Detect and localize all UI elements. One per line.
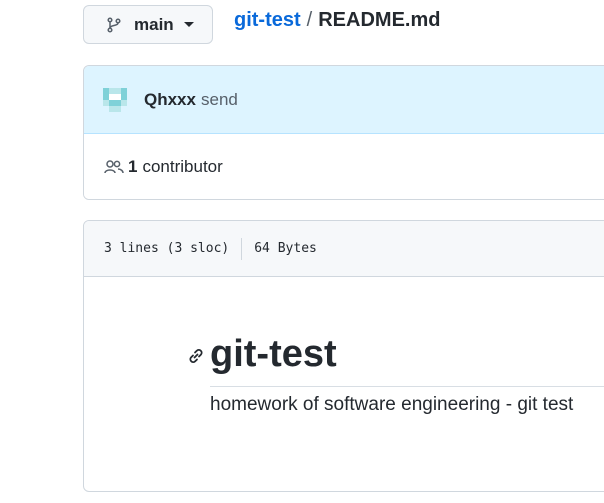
readme-body: git-test homework of software engineerin… bbox=[84, 277, 604, 491]
github-file-page: main git-test / README.md Qhxxx send 1 c… bbox=[0, 0, 604, 503]
contributor-label: contributor bbox=[142, 157, 223, 176]
link-icon[interactable] bbox=[186, 346, 206, 366]
breadcrumb-separator: / bbox=[306, 9, 313, 31]
contributors-row[interactable]: 1 contributor bbox=[84, 134, 604, 199]
file-info-divider bbox=[241, 237, 243, 260]
git-branch-icon bbox=[106, 16, 122, 33]
readme-paragraph: homework of software engineering - git t… bbox=[210, 394, 574, 415]
contributor-count: 1 bbox=[128, 157, 138, 176]
breadcrumb-file-name: README.md bbox=[318, 9, 441, 31]
commit-header: Qhxxx send bbox=[84, 66, 604, 134]
branch-select-button[interactable]: main bbox=[83, 5, 213, 44]
latest-commit-box: Qhxxx send 1 contributor bbox=[83, 65, 604, 200]
file-content-box: 3 lines (3 sloc) 64 Bytes git-test homew… bbox=[83, 220, 604, 492]
file-info-header: 3 lines (3 sloc) 64 Bytes bbox=[84, 221, 604, 277]
triangle-down-icon bbox=[183, 22, 194, 27]
breadcrumb-repo-link[interactable]: git-test bbox=[234, 9, 301, 32]
file-line-count: 3 lines (3 sloc) bbox=[104, 241, 230, 256]
file-size: 64 Bytes bbox=[254, 241, 317, 256]
identicon-avatar[interactable] bbox=[100, 84, 130, 115]
branch-name: main bbox=[134, 14, 174, 34]
commit-author-link[interactable]: Qhxxx bbox=[144, 90, 196, 110]
readme-heading: git-test bbox=[210, 331, 604, 387]
people-icon bbox=[104, 159, 124, 175]
breadcrumb: git-test / README.md bbox=[234, 9, 440, 32]
commit-message-link[interactable]: send bbox=[201, 90, 238, 110]
